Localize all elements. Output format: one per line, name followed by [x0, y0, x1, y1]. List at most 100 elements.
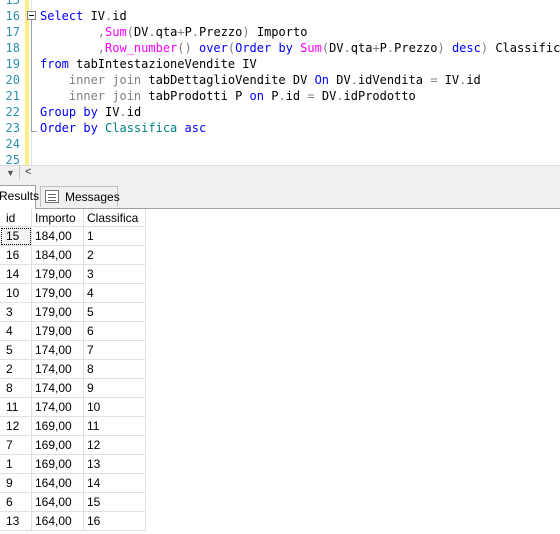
- cell-importo[interactable]: 164,00: [32, 474, 84, 493]
- cell-classifica[interactable]: 11: [84, 417, 146, 436]
- cell-id[interactable]: 16: [0, 246, 32, 265]
- cell-importo[interactable]: 174,00: [32, 379, 84, 398]
- cell-importo[interactable]: 184,00: [32, 246, 84, 265]
- code-token: DV: [329, 41, 344, 55]
- code-token: Sum: [300, 41, 322, 55]
- code-token: .: [119, 105, 127, 119]
- cell-classifica[interactable]: 7: [84, 341, 146, 360]
- cell-importo[interactable]: 179,00: [32, 303, 84, 322]
- table-row[interactable]: 14 179,00 3: [0, 265, 146, 284]
- table-row[interactable]: 12 169,00 11: [0, 417, 146, 436]
- column-header-id[interactable]: id: [0, 209, 32, 227]
- grid-header: id Importo Classifica: [0, 209, 146, 227]
- table-row[interactable]: 15 184,00 1: [0, 227, 146, 246]
- table-row[interactable]: 6 164,00 15: [0, 493, 146, 512]
- cell-classifica[interactable]: 6: [84, 322, 146, 341]
- code-line: Order by Classifica asc: [40, 120, 206, 136]
- cell-classifica[interactable]: 5: [84, 303, 146, 322]
- cell-classifica[interactable]: 16: [84, 512, 146, 531]
- cell-id[interactable]: 15: [0, 227, 32, 246]
- column-header-importo[interactable]: Importo: [32, 209, 84, 227]
- table-row[interactable]: 7 169,00 12: [0, 436, 146, 455]
- collapse-toggle-icon[interactable]: [27, 11, 36, 20]
- code-token: ,: [97, 25, 106, 39]
- sql-editor[interactable]: 15 16 17 18 19 20 21 22 23 24 25 Select IV.id ,Sum…: [0, 0, 560, 165]
- cell-id[interactable]: 2: [0, 360, 32, 379]
- cell-importo[interactable]: 174,00: [32, 341, 84, 360]
- table-row[interactable]: 9 164,00 14: [0, 474, 146, 493]
- cell-id[interactable]: 5: [0, 341, 32, 360]
- code-token: ): [480, 41, 489, 55]
- cell-id[interactable]: 4: [0, 322, 32, 341]
- cell-id[interactable]: 10: [0, 284, 32, 303]
- code-line: ,Row_number() over(Order by Sum(DV.qta+P…: [40, 40, 560, 56]
- cell-importo[interactable]: 164,00: [32, 493, 84, 512]
- column-header-classifica[interactable]: Classifica: [84, 209, 146, 227]
- tab-messages[interactable]: Messages: [40, 186, 120, 207]
- cell-id[interactable]: 9: [0, 474, 32, 493]
- cell-id[interactable]: 11: [0, 398, 32, 417]
- cell-importo[interactable]: 169,00: [32, 455, 84, 474]
- cell-id[interactable]: 7: [0, 436, 32, 455]
- table-row[interactable]: 16 184,00 2: [0, 246, 146, 265]
- cell-classifica[interactable]: 14: [84, 474, 146, 493]
- cell-importo[interactable]: 179,00: [32, 284, 84, 303]
- chevron-down-icon[interactable]: ▼: [6, 168, 15, 178]
- horizontal-scrollbar[interactable]: ▼ <: [0, 165, 560, 180]
- cell-importo[interactable]: 184,00: [32, 227, 84, 246]
- cell-classifica[interactable]: 10: [84, 398, 146, 417]
- cell-id[interactable]: 13: [0, 512, 32, 531]
- cell-classifica[interactable]: 4: [84, 284, 146, 303]
- cell-importo[interactable]: 169,00: [32, 436, 84, 455]
- cell-classifica[interactable]: 15: [84, 493, 146, 512]
- change-tracking-bar: [25, 0, 29, 165]
- table-row[interactable]: 3 179,00 5: [0, 303, 146, 322]
- table-row[interactable]: 11 174,00 10: [0, 398, 146, 417]
- cell-id[interactable]: 3: [0, 303, 32, 322]
- cell-classifica[interactable]: 8: [84, 360, 146, 379]
- code-line: Group by IV.id: [40, 104, 141, 120]
- code-line: ,Sum(DV.qta+P.Prezzo) Importo: [40, 24, 308, 40]
- cell-importo[interactable]: 179,00: [32, 322, 84, 341]
- cell-classifica[interactable]: 13: [84, 455, 146, 474]
- code-token: DV: [336, 73, 351, 87]
- cell-id[interactable]: 1: [0, 455, 32, 474]
- cell-id[interactable]: 8: [0, 379, 32, 398]
- cell-importo[interactable]: 164,00: [32, 512, 84, 531]
- line-number: 21: [5, 89, 20, 103]
- cell-id[interactable]: 6: [0, 493, 32, 512]
- table-row[interactable]: 2 174,00 8: [0, 360, 146, 379]
- table-row[interactable]: 5 174,00 7: [0, 341, 146, 360]
- cell-classifica[interactable]: 12: [84, 436, 146, 455]
- cell-importo[interactable]: 179,00: [32, 265, 84, 284]
- cell-id[interactable]: 12: [0, 417, 32, 436]
- line-number: 17: [5, 25, 20, 39]
- tab-results[interactable]: Results: [0, 185, 40, 209]
- cell-id[interactable]: 14: [0, 265, 32, 284]
- line-number: 25: [5, 153, 20, 165]
- cell-importo[interactable]: 174,00: [32, 398, 84, 417]
- cell-classifica[interactable]: 1: [84, 227, 146, 246]
- tab-results-label: Results: [0, 189, 40, 203]
- table-row[interactable]: 8 174,00 9: [0, 379, 146, 398]
- outline-line: [31, 20, 32, 132]
- code-token: .: [350, 73, 358, 87]
- code-token: inner join: [68, 89, 149, 103]
- scroll-left-icon[interactable]: <: [25, 166, 31, 178]
- table-row[interactable]: 4 179,00 6: [0, 322, 146, 341]
- table-row[interactable]: 13 164,00 16: [0, 512, 146, 531]
- code-token: P: [379, 41, 387, 55]
- cell-classifica[interactable]: 3: [84, 265, 146, 284]
- cell-importo[interactable]: 174,00: [32, 360, 84, 379]
- code-token: id: [126, 105, 142, 119]
- cell-classifica[interactable]: 9: [84, 379, 146, 398]
- code-token: =: [307, 89, 322, 103]
- scroll-divider: [19, 166, 20, 180]
- table-row[interactable]: 1 169,00 13: [0, 455, 146, 474]
- cell-importo[interactable]: 169,00: [32, 417, 84, 436]
- table-row[interactable]: 10 179,00 4: [0, 284, 146, 303]
- cell-classifica[interactable]: 2: [84, 246, 146, 265]
- code-line: from tabIntestazioneVendite IV: [40, 56, 257, 72]
